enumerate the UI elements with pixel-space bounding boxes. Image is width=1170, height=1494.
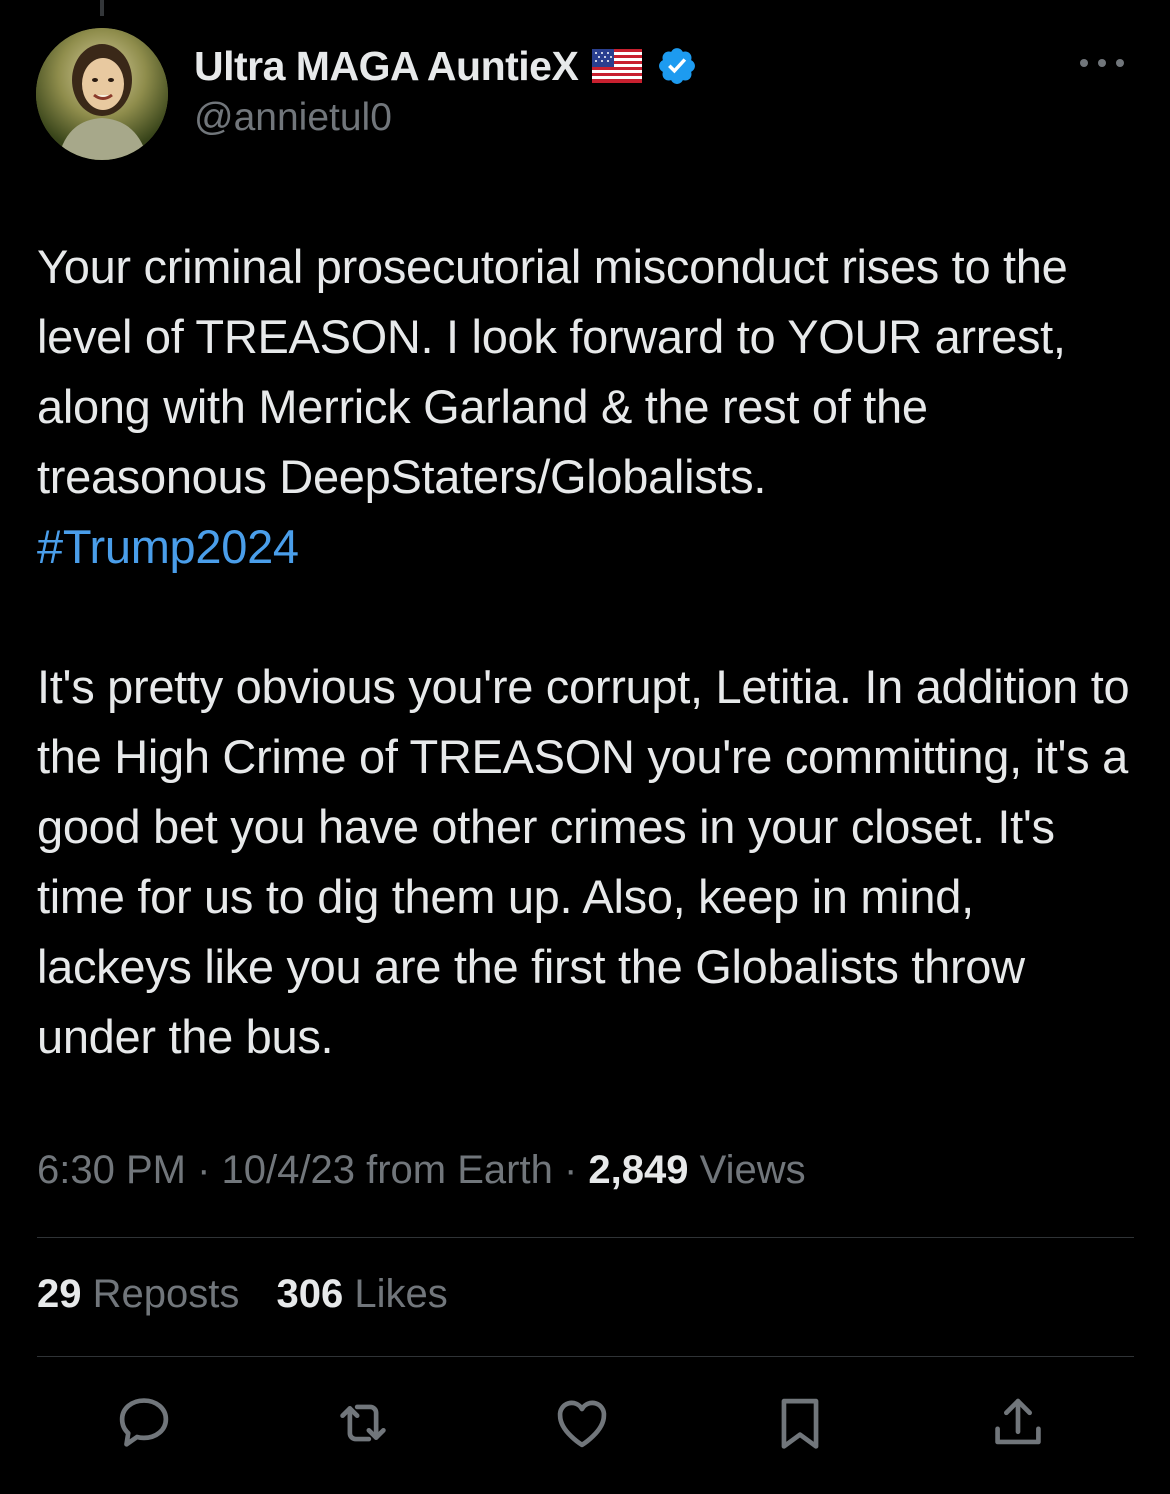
reply-icon[interactable] [109, 1388, 179, 1458]
thread-connector-line [100, 0, 104, 16]
reposts-label: Reposts [92, 1272, 240, 1316]
verified-badge-icon[interactable] [656, 45, 698, 87]
display-name[interactable]: Ultra MAGA AuntieX [194, 43, 579, 90]
like-icon[interactable] [547, 1388, 617, 1458]
reposts-stat[interactable]: 29 Reposts [37, 1272, 239, 1316]
views-count[interactable]: 2,849 [588, 1148, 688, 1192]
tweet-meta: 6:30 PM · 10/4/23 from Earth · 2,849 Vie… [37, 1148, 806, 1193]
hashtag-link[interactable]: #Trump2024 [37, 520, 299, 573]
action-bar [0, 1388, 1170, 1458]
author-info: Ultra MAGA AuntieX @annietul0 [194, 40, 698, 140]
views-label[interactable]: Views [700, 1148, 806, 1192]
user-handle[interactable]: @annietul0 [194, 96, 698, 140]
likes-label: Likes [354, 1272, 448, 1316]
likes-stat[interactable]: 306 Likes [277, 1272, 448, 1316]
tweet-paragraph-1: Your criminal prosecutorial misconduct r… [37, 240, 1068, 503]
bookmark-icon[interactable] [765, 1388, 835, 1458]
tweet-paragraph-2: It's pretty obvious you're corrupt, Leti… [37, 660, 1130, 1063]
tweet-time[interactable]: 6:30 PM [37, 1148, 186, 1192]
share-icon[interactable] [983, 1388, 1053, 1458]
more-options-icon[interactable] [1080, 56, 1124, 70]
meta-separator: · [563, 1148, 578, 1192]
tweet-text: Your criminal prosecutorial misconduct r… [37, 232, 1137, 1072]
divider [37, 1237, 1134, 1238]
tweet-header: Ultra MAGA AuntieX @annietul0 [36, 28, 1134, 160]
tweet-date-source[interactable]: 10/4/23 from Earth [222, 1148, 553, 1192]
likes-count: 306 [276, 1272, 344, 1316]
display-name-row: Ultra MAGA AuntieX [194, 40, 698, 92]
meta-separator: · [197, 1148, 211, 1192]
reposts-count: 29 [37, 1272, 82, 1316]
engagement-stats: 29 Reposts 306 Likes [37, 1272, 474, 1317]
repost-icon[interactable] [328, 1388, 398, 1458]
divider [37, 1356, 1134, 1357]
avatar[interactable] [36, 28, 168, 160]
us-flag-icon [592, 49, 643, 83]
